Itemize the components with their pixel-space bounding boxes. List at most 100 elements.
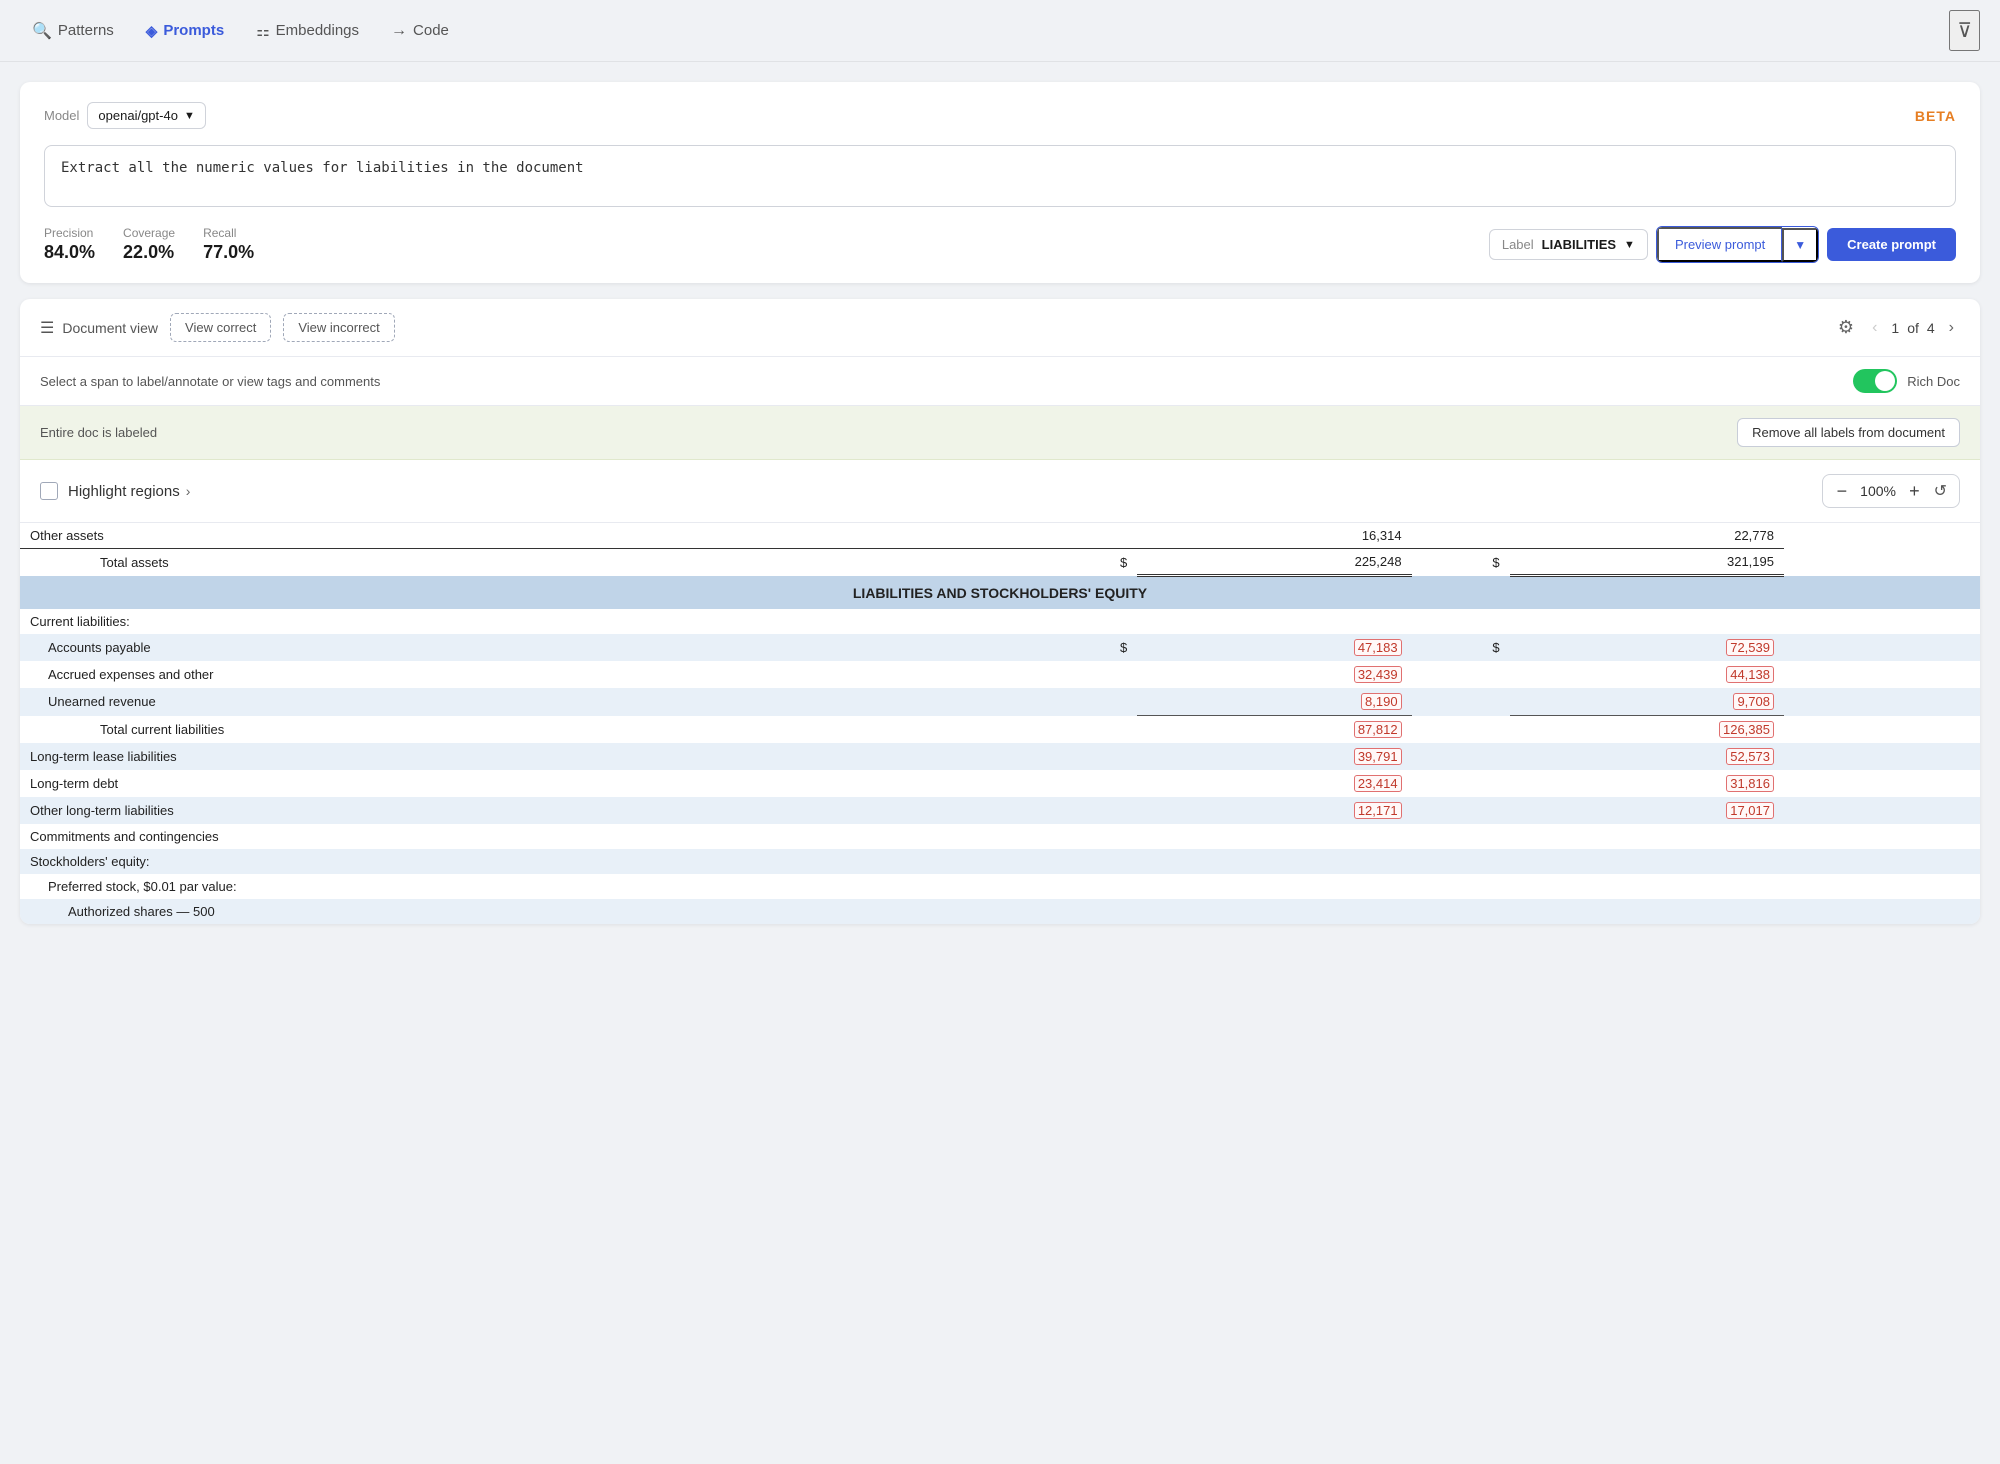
document-view-text: Document view [62,320,158,336]
row-currency-2 [1412,797,1510,824]
row-value-2: 126,385 [1510,716,1784,744]
row-value-1: 87,812 [1137,716,1411,744]
labeled-value: 72,539 [1726,639,1774,656]
row-v2 [1510,849,1784,874]
row-currency-1 [1039,716,1137,744]
row-currency-1 [1039,688,1137,716]
label-chevron-down-icon: ▼ [1624,239,1635,251]
prev-page-button[interactable]: ‹ [1866,317,1883,339]
row-extra [1784,688,1980,716]
row-c2 [1412,824,1510,849]
labeled-value: 39,791 [1354,748,1402,765]
preview-prompt-dropdown-button[interactable]: ▼ [1782,228,1818,262]
row-label: Stockholders' equity: [20,849,1039,874]
row-value-1: 225,248 [1137,549,1411,576]
row-c2 [1412,849,1510,874]
row-label: Current liabilities: [20,609,1039,634]
row-label: Long-term lease liabilities [20,743,1039,770]
row-extra [1784,661,1980,688]
row-v2 [1510,874,1784,899]
zoom-in-button[interactable]: + [1903,480,1926,502]
view-incorrect-button[interactable]: View incorrect [283,313,394,342]
label-select[interactable]: Label LIABILITIES ▼ [1489,229,1648,260]
row-value-2: 72,539 [1510,634,1784,661]
toggle-knob [1875,371,1895,391]
row-c2 [1412,899,1510,924]
metrics-group: Precision 84.0% Coverage 22.0% Recall 77… [44,226,254,263]
labeled-banner: Entire doc is labeled Remove all labels … [20,406,1980,460]
nav-item-embeddings[interactable]: ⚏ Embeddings [244,16,371,46]
nav-label-prompts: Prompts [163,22,224,39]
row-extra [1784,770,1980,797]
preview-prompt-button-group[interactable]: Preview prompt ▼ [1656,226,1819,263]
row-value-1: 8,190 [1137,688,1411,716]
row-currency-2 [1412,743,1510,770]
labeled-value: 9,708 [1733,693,1774,710]
page-of-text: of [1907,320,1919,336]
nav-item-patterns[interactable]: 🔍 Patterns [20,15,126,47]
prompt-input[interactable]: Extract all the numeric values for liabi… [44,145,1956,207]
row-extra [1784,824,1980,849]
row-extra [1784,797,1980,824]
nav-item-code[interactable]: → Code [379,16,461,46]
row-label: Commitments and contingencies [20,824,1039,849]
table-row: Unearned revenue 8,190 9,708 [20,688,1980,716]
row-value-1: 47,183 [1137,634,1411,661]
row-value-2: 44,138 [1510,661,1784,688]
table-row: Accounts payable $ 47,183 $ 72,539 [20,634,1980,661]
row-value-1: 32,439 [1137,661,1411,688]
zoom-value-display: 100% [1857,483,1899,499]
labeled-value: 52,573 [1726,748,1774,765]
table-row: Total current liabilities 87,812 126,385 [20,716,1980,744]
rich-doc-toggle-group: Rich Doc [1853,369,1960,393]
labeled-banner-text: Entire doc is labeled [40,425,157,440]
labeled-value: 47,183 [1354,639,1402,656]
row-value-2: 9,708 [1510,688,1784,716]
zoom-out-button[interactable]: − [1831,480,1854,502]
row-v2 [1510,824,1784,849]
create-prompt-button[interactable]: Create prompt [1827,228,1956,261]
table-row: Preferred stock, $0.01 par value: [20,874,1980,899]
recall-label: Recall [203,226,254,240]
row-extra [1784,849,1980,874]
section-header-row: LIABILITIES AND STOCKHOLDERS' EQUITY [20,576,1980,610]
row-currency-2 [1412,661,1510,688]
row-label: Total assets [20,549,1039,576]
row-currency-2 [1412,716,1510,744]
row-currency-2 [1412,523,1510,549]
labeled-value: 12,171 [1354,802,1402,819]
row-currency-2: $ [1412,549,1510,576]
financial-table: Other assets 16,314 22,778 Total assets … [20,523,1980,924]
table-row: Other long-term liabilities 12,171 17,01… [20,797,1980,824]
document-content: Other assets 16,314 22,778 Total assets … [20,523,1980,924]
row-currency-1 [1039,797,1137,824]
recall-metric: Recall 77.0% [203,226,254,263]
search-icon: 🔍 [32,21,52,41]
recall-value: 77.0% [203,242,254,263]
model-select[interactable]: openai/gpt-4o ▼ [87,102,205,129]
preview-prompt-button[interactable]: Preview prompt [1657,227,1782,262]
highlight-regions-checkbox[interactable] [40,482,58,500]
next-page-button[interactable]: › [1943,317,1960,339]
settings-button[interactable]: ⚙ [1838,317,1854,338]
row-value-2: 52,573 [1510,743,1784,770]
toolbar-right: ⚙ ‹ 1 of 4 › [1838,317,1960,339]
row-currency-1 [1039,770,1137,797]
view-correct-button[interactable]: View correct [170,313,271,342]
nav-item-prompts[interactable]: ◈ Prompts [134,16,236,46]
row-value-2: 31,816 [1510,770,1784,797]
table-row: Commitments and contingencies [20,824,1980,849]
remove-labels-button[interactable]: Remove all labels from document [1737,418,1960,447]
row-label: Preferred stock, $0.01 par value: [20,874,1039,899]
row-extra [1784,743,1980,770]
zoom-reset-button[interactable]: ↺ [1930,479,1951,503]
filter-button[interactable]: ⊽ [1949,10,1980,51]
table-row: Long-term debt 23,414 31,816 [20,770,1980,797]
highlight-bar: Highlight regions › − 100% + ↺ [20,460,1980,523]
label-select-value: LIABILITIES [1542,237,1616,252]
row-c1 [1039,609,1137,634]
labeled-value: 87,812 [1354,721,1402,738]
row-value-2: 17,017 [1510,797,1784,824]
rich-doc-toggle[interactable] [1853,369,1897,393]
labeled-value: 44,138 [1726,666,1774,683]
